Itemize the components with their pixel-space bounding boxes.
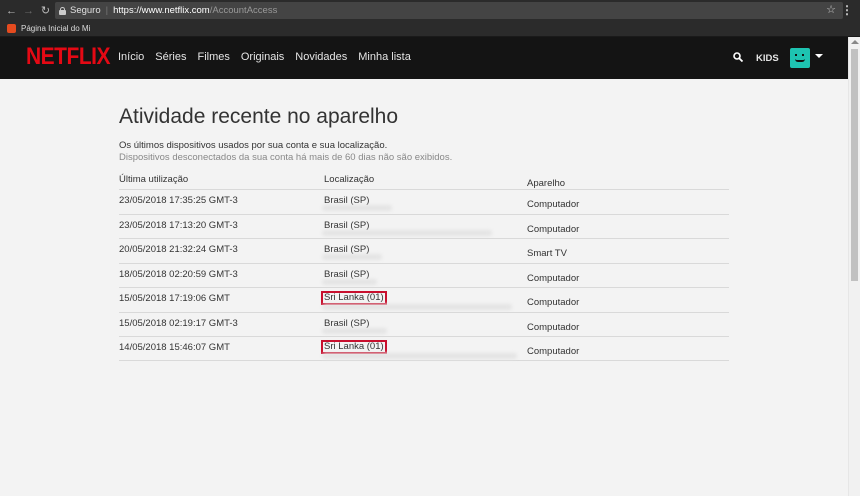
url-host: https://www.netflix.com xyxy=(113,5,210,16)
row-device: Computador xyxy=(527,321,580,333)
row-device: Computador xyxy=(527,272,580,284)
nav-series[interactable]: Séries xyxy=(155,51,186,63)
table-row: 15/05/2018 17:19:06 GMT Sri Lanka (01) C… xyxy=(119,287,729,312)
blurred-ip xyxy=(322,304,512,310)
browser-menu-icon[interactable]: ⋮ xyxy=(841,3,853,17)
row-location: Brasil (SP) xyxy=(324,219,370,231)
bookmark-item[interactable]: Página Inicial do Mi xyxy=(21,24,90,33)
forward-icon[interactable]: → xyxy=(20,5,37,17)
blurred-ip xyxy=(322,278,377,285)
row-time: 18/05/2018 02:20:59 GMT-3 xyxy=(119,268,238,280)
url-separator: | xyxy=(105,5,109,16)
main-nav: Início Séries Filmes Originais Novidades… xyxy=(118,51,411,63)
row-time: 23/05/2018 17:35:25 GMT-3 xyxy=(119,195,238,206)
row-device: Computador xyxy=(527,346,580,357)
table-row: 18/05/2018 02:20:59 GMT-3 Brasil (SP) Co… xyxy=(119,262,729,288)
table-row: 20/05/2018 21:32:24 GMT-3 Brasil (SP) Sm… xyxy=(119,238,729,263)
blurred-ip xyxy=(322,327,387,334)
page-note: Dispositivos desconectados da sua conta … xyxy=(119,152,453,163)
bookmark-star-icon[interactable]: ☆ xyxy=(826,3,836,16)
table-row: 23/05/2018 17:13:20 GMT-3 Brasil (SP) Co… xyxy=(119,213,729,239)
secure-label: Seguro xyxy=(70,5,101,16)
scroll-thumb[interactable] xyxy=(851,49,858,281)
nav-minha-lista[interactable]: Minha lista xyxy=(358,51,411,63)
row-device: Computador xyxy=(527,297,580,308)
row-time: 20/05/2018 21:32:24 GMT-3 xyxy=(119,244,238,255)
nav-originais[interactable]: Originais xyxy=(241,51,284,63)
netflix-logo[interactable]: NETFLIX xyxy=(26,43,111,71)
column-header-last-used: Última utilização xyxy=(119,174,189,185)
search-icon[interactable] xyxy=(733,52,743,62)
page-scrollbar[interactable] xyxy=(848,37,860,496)
row-location-flagged: Sri Lanka (01) xyxy=(321,340,387,354)
netflix-header: NETFLIX Início Séries Filmes Originais N… xyxy=(0,37,848,79)
row-time: 14/05/2018 15:46:07 GMT xyxy=(119,342,230,353)
lock-icon xyxy=(59,6,66,15)
blurred-ip xyxy=(322,229,492,236)
page-title: Atividade recente no aparelho xyxy=(119,105,399,128)
url-path: /AccountAccess xyxy=(209,5,278,16)
row-time: 15/05/2018 02:19:17 GMT-3 xyxy=(119,317,238,329)
blurred-ip xyxy=(322,353,517,359)
scroll-up-icon[interactable] xyxy=(851,40,859,44)
nav-filmes[interactable]: Filmes xyxy=(197,51,229,63)
profile-avatar[interactable] xyxy=(790,48,810,68)
row-time: 23/05/2018 17:13:20 GMT-3 xyxy=(119,219,238,231)
row-device: Computador xyxy=(527,223,580,235)
blurred-ip xyxy=(322,254,382,260)
back-icon[interactable]: ← xyxy=(3,5,20,17)
row-location-flagged: Sri Lanka (01) xyxy=(321,291,387,305)
blurred-ip xyxy=(322,205,392,211)
profile-caret-icon[interactable] xyxy=(815,54,823,58)
bookmark-favicon-icon xyxy=(7,24,16,33)
row-device: Computador xyxy=(527,199,580,210)
table-row: 15/05/2018 02:19:17 GMT-3 Brasil (SP) Co… xyxy=(119,311,729,337)
url-field[interactable]: Seguro | https://www.netflix.com /Accoun… xyxy=(55,2,843,19)
row-location: Brasil (SP) xyxy=(324,317,370,329)
row-device: Smart TV xyxy=(527,248,567,259)
kids-link[interactable]: KIDS xyxy=(756,53,779,64)
row-location: Brasil (SP) xyxy=(324,268,370,280)
table-row: 23/05/2018 17:35:25 GMT-3 Brasil (SP) Co… xyxy=(119,189,729,214)
nav-novidades[interactable]: Novidades xyxy=(295,51,347,63)
row-time: 15/05/2018 17:19:06 GMT xyxy=(119,293,230,304)
page-description: Os últimos dispositivos usados por sua c… xyxy=(119,140,388,151)
column-header-device: Aparelho xyxy=(527,178,566,189)
reload-icon[interactable]: ↻ xyxy=(37,4,54,17)
device-activity-table: 23/05/2018 17:35:25 GMT-3 Brasil (SP) Co… xyxy=(119,189,729,361)
browser-address-bar: ← → ↻ Seguro | https://www.netflix.com /… xyxy=(0,0,860,21)
nav-inicio[interactable]: Início xyxy=(118,51,144,63)
table-row: 14/05/2018 15:46:07 GMT Sri Lanka (01) C… xyxy=(119,336,729,361)
bookmarks-bar: Página Inicial do Mi xyxy=(0,21,860,37)
column-header-location: Localização xyxy=(324,174,375,185)
